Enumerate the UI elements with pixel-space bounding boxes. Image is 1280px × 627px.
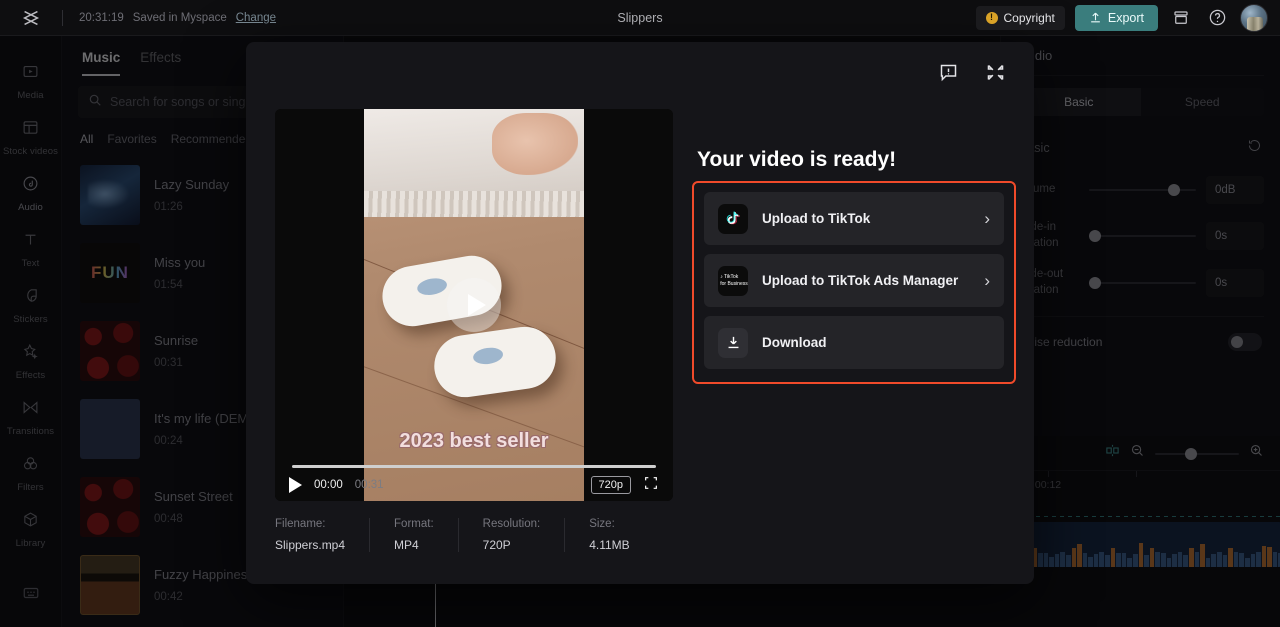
tiktok-icon <box>718 204 748 234</box>
meta-key: Format: <box>394 518 434 530</box>
meta-size: Size: 4.11MB <box>589 518 653 552</box>
meta-key: Filename: <box>275 518 345 530</box>
export-label: Export <box>1108 11 1144 25</box>
meta-value: Slippers.mp4 <box>275 538 345 552</box>
play-overlay-button[interactable] <box>447 278 501 332</box>
meta-filename: Filename: Slippers.mp4 <box>275 518 370 552</box>
bed-image-part <box>364 109 584 217</box>
meta-key: Resolution: <box>483 518 541 530</box>
bow-detail <box>416 276 448 297</box>
header-divider <box>62 10 63 26</box>
copyright-button[interactable]: ! Copyright <box>976 6 1065 30</box>
meta-value: 720P <box>483 538 541 552</box>
modal-icon-row <box>938 62 1006 88</box>
resolution-badge[interactable]: 720p <box>591 476 631 494</box>
header-time: 20:31:19 <box>79 12 124 24</box>
action-label: Upload to TikTok <box>762 211 970 226</box>
total-duration: 00:31 <box>355 479 384 491</box>
video-caption: 2023 best seller <box>364 430 584 453</box>
play-icon[interactable] <box>289 477 302 493</box>
video-preview-card: 2023 best seller 00:00 00:31 720p <box>275 109 673 501</box>
meta-resolution: Resolution: 720P <box>483 518 566 552</box>
download-button[interactable]: Download <box>704 316 1004 369</box>
video-progress-bar[interactable] <box>292 465 656 468</box>
header-save-status: 20:31:19 Saved in Myspace Change <box>79 12 276 24</box>
slipper-right <box>430 323 559 401</box>
meta-value: MP4 <box>394 538 434 552</box>
meta-key: Size: <box>589 518 629 530</box>
file-metadata: Filename: Slippers.mp4 Format: MP4 Resol… <box>275 518 678 552</box>
upload-to-tiktok-ads-manager-button[interactable]: ♪ TikTokfor Business Upload to TikTok Ad… <box>704 254 1004 307</box>
collapse-icon[interactable] <box>985 62 1006 88</box>
modal-title: Your video is ready! <box>697 148 896 172</box>
change-location-link[interactable]: Change <box>236 12 276 24</box>
chevron-right-icon: › <box>984 271 990 291</box>
share-actions-group: Upload to TikTok › ♪ TikTokfor Business … <box>692 181 1016 384</box>
meta-value: 4.11MB <box>589 538 629 552</box>
hand-image-part <box>492 113 578 175</box>
feedback-icon[interactable] <box>938 62 959 88</box>
fullscreen-icon[interactable] <box>643 475 659 496</box>
video-controls: 00:00 00:31 720p <box>275 469 673 501</box>
download-icon <box>718 328 748 358</box>
meta-format: Format: MP4 <box>394 518 459 552</box>
action-label: Upload to TikTok Ads Manager <box>762 273 970 288</box>
warning-icon: ! <box>986 12 998 24</box>
current-time: 00:00 <box>314 479 343 491</box>
app-root: 20:31:19 Saved in Myspace Change Slipper… <box>0 0 1280 627</box>
tiktok-ads-glyph: ♪ TikTokfor Business <box>718 274 748 287</box>
action-label: Download <box>762 335 976 350</box>
export-button[interactable]: Export <box>1075 5 1158 31</box>
upload-icon <box>1089 11 1102 24</box>
app-header: 20:31:19 Saved in Myspace Change Slipper… <box>0 0 1280 36</box>
header-actions: ! Copyright Export <box>976 4 1280 32</box>
chevron-right-icon: › <box>984 209 990 229</box>
help-icon[interactable] <box>1204 5 1230 31</box>
capcut-logo-icon[interactable] <box>0 7 62 29</box>
copyright-label: Copyright <box>1004 11 1055 25</box>
avatar[interactable] <box>1240 4 1268 32</box>
tiktok-ads-icon: ♪ TikTokfor Business <box>718 266 748 296</box>
export-ready-modal: 2023 best seller 00:00 00:31 720p Filena… <box>246 42 1034 584</box>
upload-to-tiktok-button[interactable]: Upload to TikTok › <box>704 192 1004 245</box>
bow-detail <box>472 346 504 366</box>
archive-icon[interactable] <box>1168 5 1194 31</box>
header-saved-text: Saved in Myspace <box>133 12 227 24</box>
